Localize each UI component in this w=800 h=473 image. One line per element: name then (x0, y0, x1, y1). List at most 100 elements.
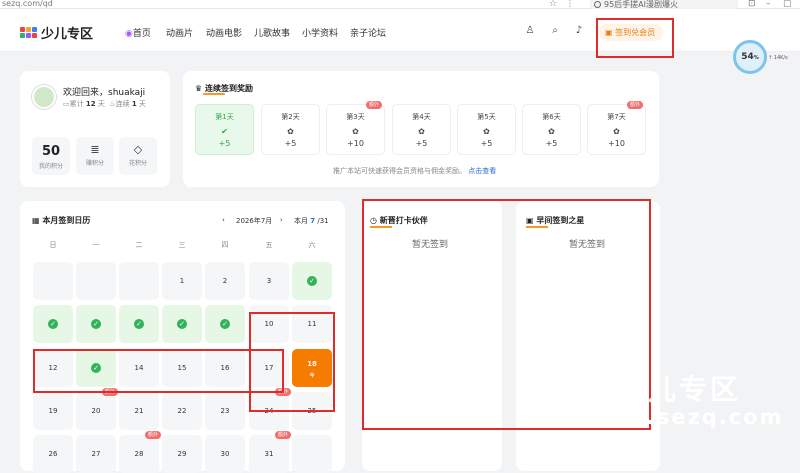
bonus-badge: 额外 (275, 431, 292, 439)
check-circle-icon: ✓ (220, 319, 230, 329)
calendar-empty-cell (292, 435, 332, 473)
annotation-box-calendar-row (33, 349, 284, 393)
logo-text: 少儿专区 (41, 27, 94, 42)
calendar-day-checked[interactable]: ✓ (292, 262, 332, 300)
avatar[interactable] (32, 85, 56, 109)
maximize-icon[interactable]: ▢ (783, 0, 792, 9)
browser-search-box[interactable]: 95后手搓AI漫剧爆火 (590, 0, 738, 9)
menu-songs-stories[interactable]: 儿歌故事 (254, 26, 290, 39)
promo-note: 推广本站可快速获得会员资格与佣金奖励。 点击查看 (333, 167, 497, 175)
next-month-button[interactable]: › (280, 216, 283, 224)
weekday-label: 六 (308, 241, 316, 249)
calendar-day[interactable]: 2 (205, 262, 245, 300)
annotation-box-sign-button (596, 18, 674, 58)
calendar-day-checked[interactable]: ✓ (76, 305, 116, 343)
rewards-title: ♛ 连续签到奖励 (195, 84, 253, 95)
calendar-icon: ▭ (63, 100, 70, 108)
gift-icon: ✿ (287, 127, 294, 136)
calendar-day[interactable]: 1 (162, 262, 202, 300)
calendar-day[interactable]: 29 (162, 435, 202, 473)
reward-day-5[interactable]: 第5天 ✿ +5 (457, 104, 516, 155)
diamond-icon: ◇ (133, 143, 143, 156)
earn-points-button[interactable]: ≣ 赚积分 (76, 137, 114, 175)
calendar-day[interactable]: 21 (119, 392, 159, 430)
weekday-label: 日 (49, 241, 57, 249)
check-circle-icon: ✓ (307, 276, 317, 286)
weekday-label: 三 (178, 241, 186, 249)
reward-day-1[interactable]: 第1天 ✔ +5 (195, 104, 254, 155)
search-icon[interactable]: ⌕ (549, 25, 561, 37)
calendar-day[interactable]: 19 (33, 392, 73, 430)
calendar-empty-cell (33, 262, 73, 300)
prev-month-button[interactable]: ‹ (222, 216, 225, 224)
home-icon: ◉ (125, 29, 133, 39)
calendar-day-checked[interactable]: ✓ (119, 305, 159, 343)
site-logo[interactable]: 少儿专区 (20, 23, 93, 42)
calendar-empty-cell (76, 262, 116, 300)
weekday-label: 五 (265, 241, 273, 249)
month-label: 2026年7月 (236, 217, 273, 225)
address-bar[interactable]: sezq.com/qd (2, 0, 53, 8)
bonus-badge: 额外 (366, 101, 383, 109)
bell-icon[interactable]: ♪ (573, 25, 585, 37)
performance-gauge[interactable]: 54% (733, 40, 767, 74)
check-circle-icon: ✓ (134, 319, 144, 329)
promo-link[interactable]: 点击查看 (468, 167, 496, 175)
calendar-day[interactable]: 27 (76, 435, 116, 473)
bonus-badge: 额外 (627, 101, 644, 109)
menu-home[interactable]: ◉首页 (125, 26, 151, 39)
check-circle-icon: ✓ (177, 319, 187, 329)
weekday-label: 四 (221, 241, 229, 249)
calendar-day[interactable]: 3 (249, 262, 289, 300)
spend-points-button[interactable]: ◇ 花积分 (119, 137, 157, 175)
trophy-icon: ♛ (195, 84, 205, 93)
gift-icon: ✿ (613, 127, 620, 136)
reward-day-3[interactable]: 第3天 ✿ +10 (326, 104, 385, 155)
coin-stack-icon: ≣ (90, 143, 100, 156)
logo-mark-icon (20, 27, 37, 38)
minimize-icon[interactable]: – (766, 0, 771, 9)
user-icon[interactable]: ♙ (524, 25, 536, 37)
site-header: 少儿专区 ◉首页 动画片 动画电影 儿歌故事 小学资料 亲子论坛 ♙ ⌕ ♪ ▣… (0, 9, 800, 52)
extensions-icon[interactable]: ⋮ (566, 0, 574, 8)
calendar-day[interactable]: 22 (162, 392, 202, 430)
user-card: 欢迎回来，shuakaji ▭累计 12 天 ♨连续 1 天 50 我的积分 ≣… (20, 71, 170, 187)
calendar-day[interactable]: 26 (33, 435, 73, 473)
calendar-day-checked[interactable]: ✓ (205, 305, 245, 343)
profile-icon[interactable]: ⊡ (748, 0, 756, 9)
calendar-day[interactable]: 28 (119, 435, 159, 473)
menu-cartoons[interactable]: 动画片 (166, 26, 193, 39)
gift-icon: ✿ (483, 127, 490, 136)
checkin-summary: ▭累计 12 天 ♨连续 1 天 (63, 100, 146, 108)
calendar-day[interactable]: 30 (205, 435, 245, 473)
menu-animated-films[interactable]: 动画电影 (206, 26, 242, 39)
reward-day-2[interactable]: 第2天 ✿ +5 (261, 104, 320, 155)
calendar-day[interactable]: 23 (205, 392, 245, 430)
calendar-icon: ▦ (32, 216, 43, 225)
calendar-day[interactable]: 20 (76, 392, 116, 430)
annotation-box-panels (362, 199, 651, 430)
check-circle-icon: ✓ (48, 319, 58, 329)
calendar-day[interactable]: 31 (249, 435, 289, 473)
gift-icon: ✿ (418, 127, 425, 136)
bookmark-star-icon[interactable]: ☆ (549, 0, 557, 9)
bonus-badge: 额外 (145, 431, 162, 439)
calendar-day-checked[interactable]: ✓ (162, 305, 202, 343)
gift-icon: ✿ (352, 127, 359, 136)
weekday-label: 一 (92, 241, 100, 249)
menu-parent-forum[interactable]: 亲子论坛 (350, 26, 386, 39)
check-icon: ✔ (221, 127, 228, 136)
network-speed: ↑ 14K/s (768, 55, 788, 61)
gift-icon: ✿ (548, 127, 555, 136)
month-progress: 本月 7 /31 (294, 217, 329, 225)
reward-day-4[interactable]: 第4天 ✿ +5 (392, 104, 451, 155)
watermark-title: 少儿专区 (617, 373, 742, 406)
calendar-day-checked[interactable]: ✓ (33, 305, 73, 343)
reward-day-6[interactable]: 第6天 ✿ +5 (522, 104, 581, 155)
browser-search-text: 95后手搓AI漫剧爆火 (604, 0, 679, 9)
watermark-url: www.sezq.com (584, 405, 784, 429)
reward-day-7[interactable]: 第7天 ✿ +10 (587, 104, 646, 155)
menu-school-materials[interactable]: 小学资料 (302, 26, 338, 39)
my-points[interactable]: 50 我的积分 (32, 137, 70, 175)
check-circle-icon: ✓ (91, 319, 101, 329)
